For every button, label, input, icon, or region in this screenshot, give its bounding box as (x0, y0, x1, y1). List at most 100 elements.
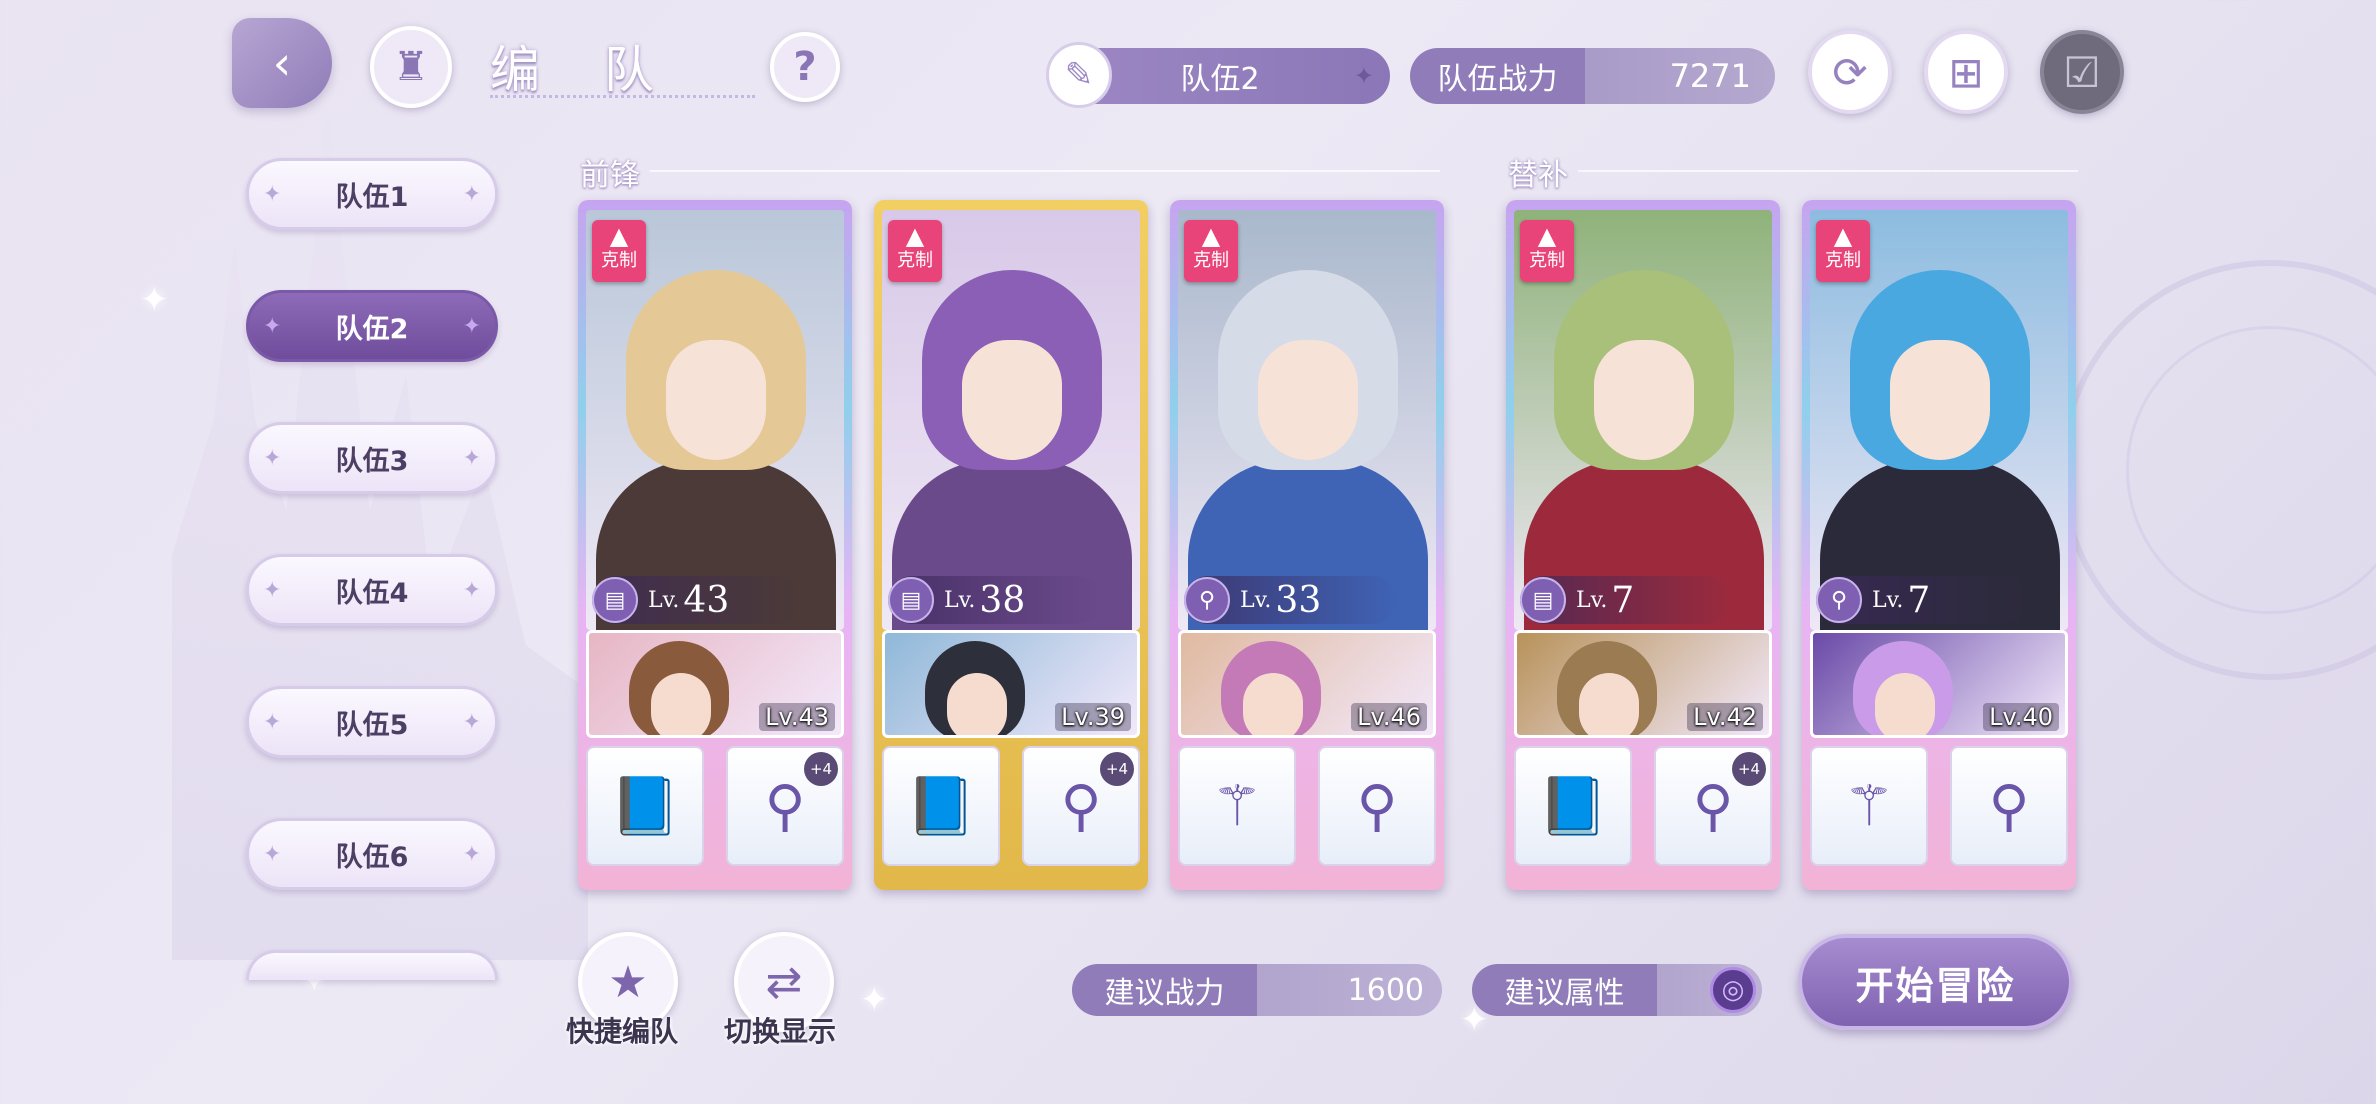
equipment-slot[interactable]: ⚲ (1318, 746, 1436, 866)
support-card[interactable]: Lv.43 (586, 630, 844, 738)
character-card[interactable]: ▲ 克制 ▤ Lv. 7 Lv.42 📘 ⚲ +4 (1506, 200, 1780, 890)
earring-icon: ⚲ (1356, 773, 1398, 839)
sub-divider (1578, 170, 2078, 172)
sparkle-icon: ✦ (263, 181, 282, 207)
character-portrait: ▲ 克制 ⚲ Lv. 33 (1178, 210, 1436, 630)
sparkle-icon: ✦ (462, 313, 481, 339)
equipment-slot[interactable]: ⚲ +4 (1654, 746, 1772, 866)
back-button[interactable]: ‹ (232, 18, 332, 108)
book-icon: ▤ (1520, 577, 1566, 623)
character-portrait: ▲ 克制 ▤ Lv. 38 (882, 210, 1140, 630)
title-decoration (490, 82, 755, 98)
equipment-slot[interactable]: 📘 (882, 746, 1000, 866)
quick-team-label: 快捷编队 (566, 1015, 679, 1048)
team-tab-label: 队伍1 (335, 181, 409, 213)
support-level: Lv.42 (1687, 703, 1763, 731)
refresh-button[interactable]: ⟳ (1808, 30, 1892, 114)
sparkle-icon: ✦ (462, 181, 481, 207)
team-tab-label: 队伍5 (335, 709, 409, 741)
triangle-icon: ▲ (1201, 222, 1221, 250)
earring-icon: ⚲ (1692, 773, 1734, 839)
sparkle-icon: ✦ (263, 841, 282, 867)
feather-icon: ✎ (1046, 42, 1112, 108)
suggest-attr-label: 建议属性 (1504, 976, 1625, 1011)
equipment-row: ⚚ ⚲ (1178, 746, 1436, 866)
counter-badge: ▲ 克制 (592, 220, 646, 282)
equipment-slot[interactable]: ⚲ (1950, 746, 2068, 866)
character-card[interactable]: ▲ 克制 ⚲ Lv. 7 Lv.40 ⚚ ⚲ (1802, 200, 2076, 890)
equipment-row: ⚚ ⚲ (1810, 746, 2068, 866)
triangle-icon: ▲ (1537, 222, 1557, 250)
support-card[interactable]: Lv.46 (1178, 630, 1436, 738)
character-level: 7 (1611, 579, 1635, 621)
castle-icon: ♜ (393, 44, 429, 90)
sub-section-label: 替补 (1508, 158, 1568, 193)
sparkle-icon: ✦ (462, 841, 481, 867)
team-select-dropdown[interactable]: ✎ 队伍2 ✦ (1046, 42, 1390, 108)
team-tab-5[interactable]: ✦ 队伍5 ✦ (246, 686, 498, 758)
home-button[interactable]: ♜ (370, 26, 452, 108)
equipment-slot[interactable]: 📘 (1514, 746, 1632, 866)
team-tab-4[interactable]: ✦ 队伍4 ✦ (246, 554, 498, 626)
character-card[interactable]: ▲ 克制 ▤ Lv. 43 Lv.43 📘 ⚲ +4 (578, 200, 852, 890)
switch-display-label: 切换显示 (724, 1015, 837, 1048)
equipment-slot[interactable]: ⚲ +4 (1022, 746, 1140, 866)
level-bar: ⚲ Lv. 33 (1184, 576, 1396, 624)
support-level: Lv.43 (759, 703, 835, 731)
sparkle-icon: ✦ (462, 445, 481, 471)
support-card[interactable]: Lv.40 (1810, 630, 2068, 738)
character-portrait: ▲ 克制 ▤ Lv. 7 (1514, 210, 1772, 630)
triangle-icon: ▲ (609, 222, 629, 250)
team-tab-2[interactable]: ✦ 队伍2 ✦ (246, 290, 498, 362)
team-tab-label: 队伍3 (335, 445, 409, 477)
team-tab-label: 队伍4 (335, 577, 409, 609)
spiral-attribute-icon: ◎ (1710, 967, 1756, 1013)
sparkle-icon: ✦ (860, 980, 889, 1020)
support-card[interactable]: Lv.39 (882, 630, 1140, 738)
enhance-badge: +4 (804, 752, 838, 786)
counter-badge: ▲ 克制 (1816, 220, 1870, 282)
equipment-slot[interactable]: 📘 (586, 746, 704, 866)
start-adventure-button[interactable]: 开始冒险 (1798, 934, 2073, 1030)
counter-badge: ▲ 克制 (1520, 220, 1574, 282)
sparkle-icon: ✦ (263, 445, 282, 471)
team-tab-6[interactable]: ✦ 队伍6 ✦ (246, 818, 498, 890)
support-card[interactable]: Lv.42 (1514, 630, 1772, 738)
confirm-button[interactable]: ☑ (2040, 30, 2124, 114)
level-prefix: Lv. (1872, 587, 1904, 613)
wand-icon: ⚚ (1211, 773, 1263, 839)
book-icon: 📘 (906, 774, 976, 839)
copy-plus-icon: ⊞ (1948, 47, 1984, 97)
book-icon: 📘 (1538, 774, 1608, 839)
sparkle-arrow-icon: ✦ (1353, 62, 1374, 90)
team-tab-1[interactable]: ✦ 队伍1 ✦ (246, 158, 498, 230)
character-level: 33 (1275, 579, 1322, 621)
help-button[interactable]: ? (770, 32, 840, 102)
character-card[interactable]: ▲ 克制 ⚲ Lv. 33 Lv.46 ⚚ ⚲ (1170, 200, 1444, 890)
check-icon: ☑ (2063, 47, 2101, 97)
support-level: Lv.46 (1351, 703, 1427, 731)
team-tab-3[interactable]: ✦ 队伍3 ✦ (246, 422, 498, 494)
team-select-label: 队伍2 (1180, 62, 1260, 97)
support-level: Lv.39 (1055, 703, 1131, 731)
equipment-slot[interactable]: ⚲ +4 (726, 746, 844, 866)
team-power-label: 队伍战力 (1437, 62, 1558, 97)
wand-icon: ⚲ (1184, 577, 1230, 623)
front-section-label: 前锋 (580, 158, 640, 193)
earring-icon: ⚲ (1060, 773, 1102, 839)
back-arrow-icon: ‹ (272, 36, 292, 90)
character-card[interactable]: ▲ 克制 ▤ Lv. 38 Lv.39 📘 ⚲ +4 (874, 200, 1148, 890)
copy-button[interactable]: ⊞ (1924, 30, 2008, 114)
level-prefix: Lv. (648, 587, 680, 613)
front-divider (650, 170, 1440, 172)
suggest-power: 建议战力 1600 (1072, 964, 1442, 1016)
support-level: Lv.40 (1983, 703, 2059, 731)
equipment-slot[interactable]: ⚚ (1810, 746, 1928, 866)
background-ferris-wheel (2060, 260, 2376, 680)
level-prefix: Lv. (944, 587, 976, 613)
equipment-slot[interactable]: ⚚ (1178, 746, 1296, 866)
level-bar: ▤ Lv. 38 (888, 576, 1100, 624)
counter-badge: ▲ 克制 (1184, 220, 1238, 282)
sparkle-icon: ✦ (263, 577, 282, 603)
team-tab-partial[interactable] (246, 950, 498, 980)
